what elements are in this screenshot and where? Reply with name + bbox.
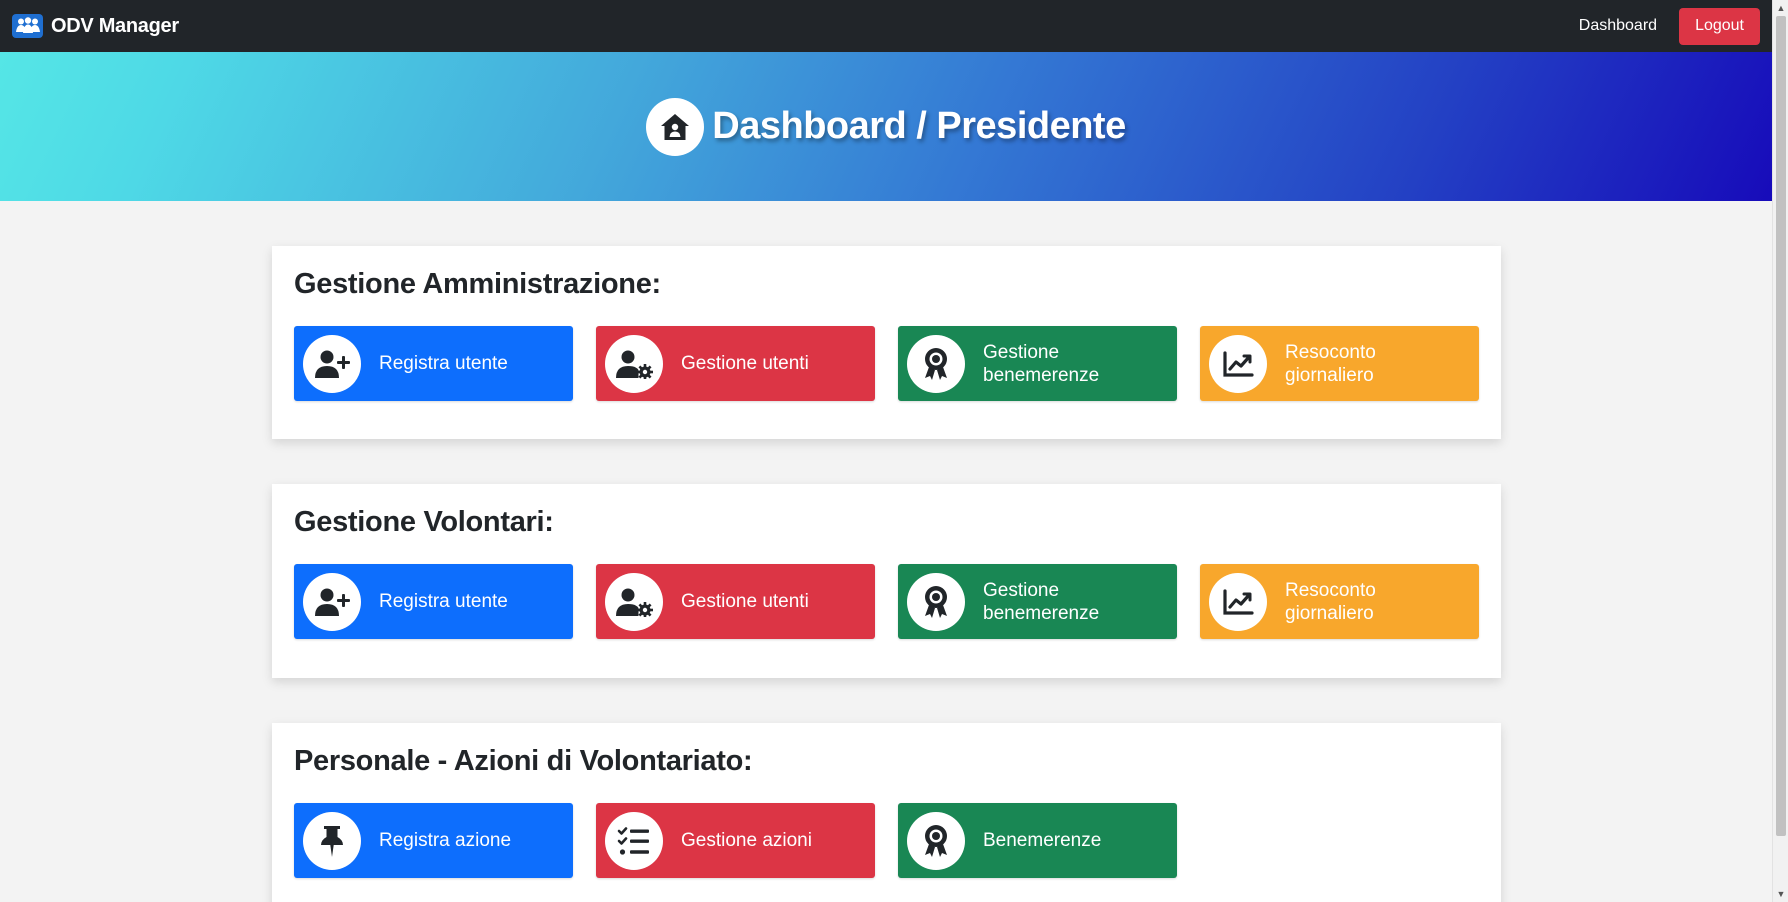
scroll-down-arrow-icon[interactable]: ▼ [1773, 886, 1788, 902]
tile-registra-utente[interactable]: Registra utente [294, 564, 573, 639]
tile-benemerenze[interactable]: Benemerenze [898, 803, 1177, 878]
award-icon [907, 334, 965, 393]
section-title: Personale - Azioni di Volontariato: [294, 745, 753, 777]
award-icon [907, 572, 965, 631]
thumbtack-icon [303, 811, 361, 870]
tile-gestione-benemerenze[interactable]: Gestione benemerenze [898, 564, 1177, 639]
user-plus-icon [303, 334, 361, 393]
scrollbar-thumb[interactable] [1776, 16, 1786, 836]
section-card-volontari: Gestione Volontari: Registra utente Gest… [272, 484, 1501, 678]
tile-label: Registra utente [379, 591, 508, 612]
user-plus-icon [303, 572, 361, 631]
award-icon [907, 811, 965, 870]
tile-label: Registra azione [379, 830, 512, 851]
user-gear-icon [605, 572, 663, 631]
tile-registra-azione[interactable]: Registra azione [294, 803, 573, 878]
tile-registra-utente[interactable]: Registra utente [294, 326, 573, 401]
tile-label: Gestione benemerenze [983, 579, 1100, 624]
tile-gestione-utenti[interactable]: Gestione utenti [596, 326, 875, 401]
tile-label: Resoconto giornaliero [1285, 579, 1376, 624]
page-scrollbar[interactable]: ▲ ▼ [1772, 0, 1788, 902]
chart-line-icon [1209, 334, 1267, 393]
section-title: Gestione Amministrazione: [294, 268, 661, 300]
nav-dashboard-link[interactable]: Dashboard [1579, 17, 1657, 35]
tile-label: Benemerenze [983, 830, 1102, 851]
tile-label: Gestione utenti [681, 591, 809, 612]
scroll-up-arrow-icon[interactable]: ▲ [1773, 0, 1788, 16]
section-card-azioni-volontariato: Personale - Azioni di Volontariato: Regi… [272, 723, 1501, 902]
tile-label: Resoconto giornaliero [1285, 341, 1376, 386]
tile-gestione-benemerenze[interactable]: Gestione benemerenze [898, 326, 1177, 401]
tile-resoconto-giornaliero[interactable]: Resoconto giornaliero [1200, 564, 1479, 639]
chart-line-icon [1209, 572, 1267, 631]
user-gear-icon [605, 334, 663, 393]
tile-resoconto-giornaliero[interactable]: Resoconto giornaliero [1200, 326, 1479, 401]
logout-button[interactable]: Logout [1679, 7, 1760, 45]
section-card-amministrazione: Gestione Amministrazione: Registra utent… [272, 246, 1501, 439]
page-title: Dashboard / Presidente [712, 105, 1126, 147]
nav-right: Dashboard Logout [1579, 7, 1760, 45]
tile-label: Gestione azioni [681, 830, 812, 851]
section-title: Gestione Volontari: [294, 506, 554, 538]
page-header-banner: Dashboard / Presidente [0, 52, 1772, 201]
house-user-icon [646, 97, 705, 156]
tile-label: Gestione utenti [681, 353, 809, 374]
tile-gestione-azioni[interactable]: Gestione azioni [596, 803, 875, 878]
brand-name: ODV Manager [51, 14, 179, 37]
tile-gestione-utenti[interactable]: Gestione utenti [596, 564, 875, 639]
top-navbar: ODV Manager Dashboard Logout [0, 0, 1772, 52]
users-logo-icon [12, 14, 43, 38]
tile-label: Registra utente [379, 353, 508, 374]
brand-link[interactable]: ODV Manager [12, 14, 179, 38]
tile-label: Gestione benemerenze [983, 341, 1100, 386]
list-check-icon [605, 811, 663, 870]
